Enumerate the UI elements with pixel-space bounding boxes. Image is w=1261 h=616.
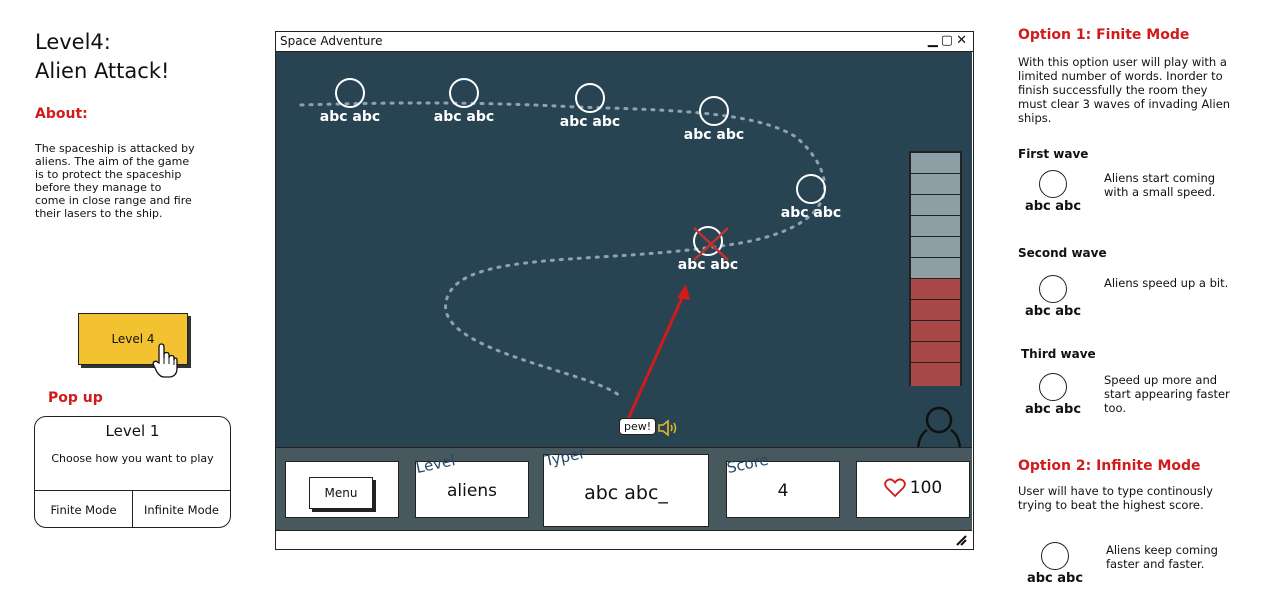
typer-label: Typer [543, 443, 587, 470]
game-area[interactable]: abc abc abc abc abc abc abc abc abc abc … [276, 52, 972, 530]
wave-2-text: Aliens speed up a bit. [1104, 276, 1229, 290]
score-label: Score [725, 450, 771, 477]
alien-ship: abc abc [771, 174, 851, 221]
health-bar-segment-empty [911, 258, 960, 279]
score-value: 4 [777, 481, 789, 501]
window-status-bar [276, 530, 972, 549]
health-value: 100 [909, 478, 943, 498]
popup-subtitle: Choose how you want to play [51, 452, 214, 465]
alien-ship: abc abc [674, 96, 754, 143]
alien-ship: abc abc [310, 78, 390, 125]
typer-input[interactable]: abc abc_ [544, 482, 708, 504]
health-display: 100 [857, 478, 969, 498]
wave-3-text: Speed up more and start appearing faster… [1104, 373, 1230, 415]
alien-circle-icon [335, 78, 365, 108]
alien-circle-icon [796, 174, 826, 204]
wave-3-alien-word: abc abc [1024, 402, 1082, 417]
health-bar-segment-filled [911, 321, 960, 342]
infinite-text: Aliens keep coming faster and faster. [1106, 543, 1218, 571]
pew-label: pew! [619, 418, 657, 435]
page-title: Level4: Alien Attack! [35, 28, 169, 86]
alien-circle-icon [1041, 542, 1069, 570]
wave-3-alien: abc abc [1017, 373, 1089, 417]
infinite-mode-button[interactable]: Infinite Mode [132, 491, 230, 527]
health-bar [909, 151, 962, 386]
wave-1-text: Aliens start coming with a small speed. [1104, 171, 1216, 199]
health-bar-segment-empty [911, 237, 960, 258]
finite-mode-button[interactable]: Finite Mode [35, 491, 132, 527]
typer-panel: Typer abc abc_ [543, 444, 709, 527]
alien-circle-icon [575, 83, 605, 113]
about-text: The spaceship is attacked by aliens. The… [35, 142, 195, 220]
wave-1-alien-word: abc abc [1024, 199, 1082, 214]
wave-3-heading: Third wave [1021, 347, 1096, 361]
infinite-alien: abc abc [1019, 542, 1091, 586]
about-heading: About: [35, 106, 88, 122]
maximize-icon[interactable]: ▢ [941, 33, 953, 48]
hud-bar: Menu Level aliens Typer abc abc_ Score 4 [276, 444, 972, 530]
health-bar-segment-empty [911, 216, 960, 237]
level-4-button-label: Level 4 [111, 332, 155, 346]
menu-button[interactable]: Menu [309, 477, 373, 509]
resize-grip-icon[interactable] [955, 534, 967, 546]
window-title: Space Adventure [280, 34, 383, 48]
minimize-icon[interactable]: ▁ [928, 33, 938, 48]
game-window: Space Adventure ▁ ▢ ✕ abc abc abc abc ab… [275, 31, 974, 550]
wave-2-heading: Second wave [1018, 246, 1107, 260]
option-1-heading: Option 1: Finite Mode [1018, 27, 1190, 43]
level-value: aliens [447, 481, 497, 501]
close-icon[interactable]: ✕ [956, 33, 967, 48]
alien-ship: abc abc [550, 83, 630, 130]
alien-word: abc abc [559, 114, 621, 130]
alien-circle-icon [449, 78, 479, 108]
popup-buttons: Finite Mode Infinite Mode [35, 490, 230, 527]
player-avatar-icon [916, 406, 962, 449]
wave-1-heading: First wave [1018, 147, 1089, 161]
score-panel: Score 4 [725, 451, 840, 518]
alien-circle-icon [1039, 170, 1067, 198]
health-bar-segment-filled [911, 279, 960, 300]
wave-1-alien: abc abc [1017, 170, 1089, 214]
hand-cursor-icon [152, 343, 178, 383]
popup-title: Level 1 [105, 422, 160, 440]
speaker-icon [658, 419, 677, 437]
infinite-alien-word: abc abc [1026, 571, 1084, 586]
alien-word: abc abc [780, 205, 842, 221]
title-line-2: Alien Attack! [35, 59, 170, 83]
level-panel: Level aliens [414, 451, 529, 518]
wave-2-alien-word: abc abc [1024, 304, 1082, 319]
option-2-heading: Option 2: Infinite Mode [1018, 458, 1201, 474]
wave-2-alien: abc abc [1017, 275, 1089, 319]
health-panel: 100 [856, 461, 970, 518]
alien-circle-icon [699, 96, 729, 126]
alien-word: abc abc [683, 127, 745, 143]
alien-ship: abc abc [424, 78, 504, 125]
option-1-text: With this option user will play with a l… [1018, 55, 1231, 125]
alien-word: abc abc [433, 109, 495, 125]
alien-word: abc abc [319, 109, 381, 125]
option-2-text: User will have to type continously tryin… [1018, 484, 1213, 512]
popup-heading: Pop up [48, 390, 103, 406]
level-popup: Level 1 Choose how you want to play Fini… [34, 416, 231, 528]
menu-panel: Menu [285, 461, 399, 518]
destroyed-x-icon [693, 227, 729, 261]
title-line-1: Level4: [35, 30, 111, 54]
window-titlebar: Space Adventure ▁ ▢ ✕ [276, 32, 973, 52]
health-bar-segment-filled [911, 363, 960, 386]
health-bar-segment-empty [911, 174, 960, 195]
health-bar-segment-empty [911, 153, 960, 174]
level-label: Level [414, 451, 457, 477]
window-controls: ▁ ▢ ✕ [928, 33, 967, 48]
health-bar-segment-filled [911, 342, 960, 363]
heart-icon [883, 478, 906, 498]
alien-circle-icon [1039, 275, 1067, 303]
health-bar-segment-filled [911, 300, 960, 321]
health-bar-segment-empty [911, 195, 960, 216]
alien-circle-icon [1039, 373, 1067, 401]
